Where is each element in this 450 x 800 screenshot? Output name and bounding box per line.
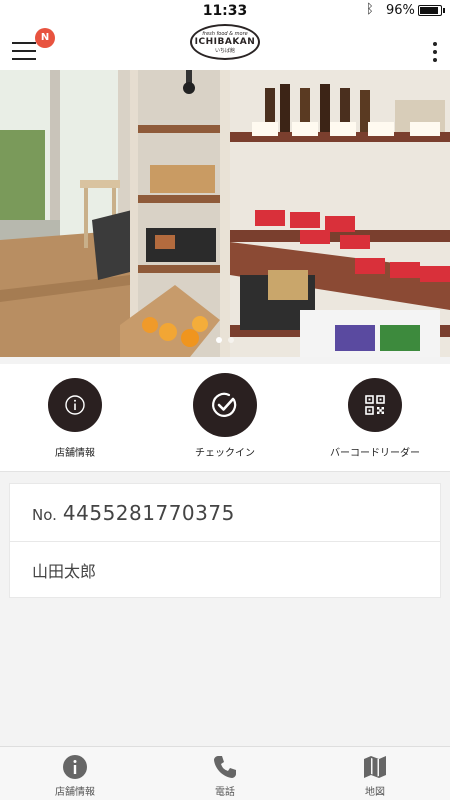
bluetooth-icon: ᛒ [366, 2, 374, 17]
notification-badge[interactable]: N [35, 28, 55, 48]
hamburger-menu-icon[interactable] [12, 42, 36, 60]
info-icon [48, 378, 102, 432]
qr-code-icon [348, 378, 402, 432]
tab-map-label: 地図 [365, 787, 385, 798]
phone-icon [165, 753, 285, 781]
barcode-reader-button[interactable]: バーコードリーダー [310, 378, 440, 459]
app-header: N fresh food & more ICHIBAKAN いちば館 [0, 22, 450, 70]
checkin-label: チェックイン [195, 448, 255, 459]
member-number-label: No. [32, 505, 57, 524]
ichibakan-logo: fresh food & more ICHIBAKAN いちば館 [190, 24, 260, 60]
member-name: 山田太郎 [32, 562, 97, 581]
status-bar: 11:33 ᛒ 96% [0, 0, 450, 22]
member-card: No. 4455281770375 山田太郎 [9, 483, 441, 598]
more-options-icon[interactable] [428, 42, 442, 62]
checkin-button[interactable]: チェックイン [160, 373, 290, 459]
tab-store-info-label: 店舗情報 [55, 787, 95, 798]
carousel-dot[interactable] [228, 337, 234, 343]
store-photo-carousel[interactable] [0, 70, 450, 357]
info-icon [15, 753, 135, 781]
check-icon [193, 373, 257, 437]
logo-wordmark: ICHIBAKAN [194, 36, 256, 47]
member-name-row: 山田太郎 [10, 541, 440, 598]
carousel-dot[interactable] [216, 337, 222, 343]
store-info-label: 店舗情報 [55, 448, 95, 459]
tab-store-info[interactable]: 店舗情報 [15, 753, 135, 798]
map-icon [315, 753, 435, 781]
status-time: 11:33 [202, 3, 248, 19]
carousel-indicator [0, 328, 450, 347]
store-info-button[interactable]: 店舗情報 [10, 378, 140, 459]
barcode-reader-label: バーコードリーダー [330, 448, 420, 459]
tab-phone-label: 電話 [215, 787, 235, 798]
battery-percentage: 96% [386, 3, 415, 18]
member-number: 4455281770375 [62, 500, 235, 525]
tab-phone[interactable]: 電話 [165, 753, 285, 798]
action-bar: 店舗情報 チェックイン バーコードリーダー [0, 364, 450, 472]
logo-subtitle: いちば館 [214, 47, 235, 54]
bottom-tab-bar: 店舗情報 電話 地図 [0, 746, 450, 800]
store-interior-photo [0, 70, 450, 357]
member-number-row: No. 4455281770375 [10, 484, 440, 541]
tab-map[interactable]: 地図 [315, 753, 435, 798]
battery-icon [418, 5, 445, 16]
